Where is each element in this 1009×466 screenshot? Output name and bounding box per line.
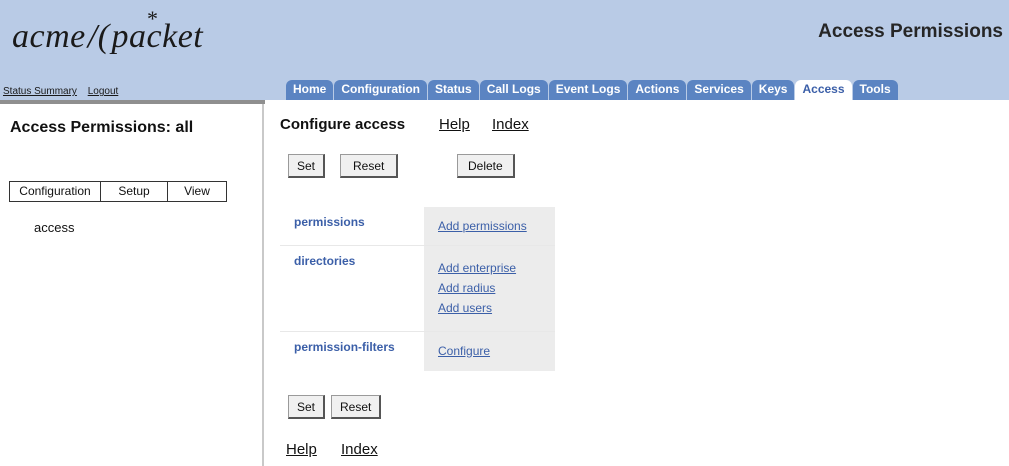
sidebar-divider [0, 100, 265, 104]
add-users-link[interactable]: Add users [438, 298, 555, 318]
section-name-directories: directories [280, 244, 424, 331]
content-title: Configure access [280, 116, 406, 133]
sidebar-item-access[interactable]: access [34, 220, 74, 235]
config-table: permissions Add permissions directories … [280, 207, 555, 371]
reset-button-bottom[interactable]: Reset [331, 395, 382, 419]
section-actions: Add enterprise Add radius Add users [424, 244, 555, 331]
tab-tools[interactable]: Tools [852, 80, 898, 100]
sidebar-vertical-divider [262, 104, 264, 466]
mode-tab-configuration[interactable]: Configuration [10, 182, 101, 201]
section-actions: Add permissions [424, 207, 555, 245]
tab-status[interactable]: Status [428, 80, 479, 100]
index-link-bottom[interactable]: Index [341, 441, 378, 458]
reset-button-top[interactable]: Reset [340, 154, 399, 178]
add-enterprise-link[interactable]: Add enterprise [438, 258, 555, 278]
acme-packet-logo: acme/(packet * [12, 6, 203, 56]
mode-tab-setup[interactable]: Setup [101, 182, 168, 201]
header: acme/(packet * Access Permissions Status… [0, 0, 1009, 100]
logo-text-acme: acme [12, 18, 86, 55]
tab-call-logs[interactable]: Call Logs [479, 80, 548, 100]
index-link-top[interactable]: Index [492, 116, 529, 133]
tab-configuration[interactable]: Configuration [334, 80, 427, 100]
tab-event-logs[interactable]: Event Logs [548, 80, 628, 100]
section-name-permissions: permissions [280, 207, 424, 245]
logout-link[interactable]: Logout [88, 86, 119, 97]
main-tabs: Home Configuration Status Call Logs Event Lo… [286, 80, 899, 100]
help-link-bottom[interactable]: Help [286, 441, 317, 458]
section-actions: Configure [424, 330, 555, 371]
add-permissions-link[interactable]: Add permissions [438, 219, 555, 233]
configure-link[interactable]: Configure [438, 344, 555, 358]
table-row: permissions Add permissions [280, 207, 555, 245]
set-button-top[interactable]: Set [288, 154, 326, 178]
set-button-bottom[interactable]: Set [288, 395, 326, 419]
tab-keys[interactable]: Keys [751, 80, 795, 100]
tab-access[interactable]: Access [795, 80, 852, 100]
tab-services[interactable]: Services [687, 80, 751, 100]
section-name-permission-filters: permission-filters [280, 330, 424, 371]
delete-button[interactable]: Delete [457, 154, 515, 178]
top-links: Status Summary Logout [3, 86, 126, 97]
logo-star-icon: * [147, 6, 159, 31]
add-radius-link[interactable]: Add radius [438, 278, 555, 298]
mode-tabs: Configuration Setup View [9, 181, 227, 202]
table-row: directories Add enterprise Add radius Ad… [280, 244, 555, 331]
tab-actions[interactable]: Actions [628, 80, 687, 100]
page-heading: Access Permissions [818, 21, 1003, 42]
sidebar-title: Access Permissions: all [10, 119, 194, 136]
help-link-top[interactable]: Help [439, 116, 470, 133]
table-row: permission-filters Configure [280, 330, 555, 371]
mode-tab-view[interactable]: View [168, 182, 226, 201]
logo-swoosh-icon: /( [87, 18, 110, 55]
status-summary-link[interactable]: Status Summary [3, 86, 77, 97]
tab-home[interactable]: Home [286, 80, 334, 100]
